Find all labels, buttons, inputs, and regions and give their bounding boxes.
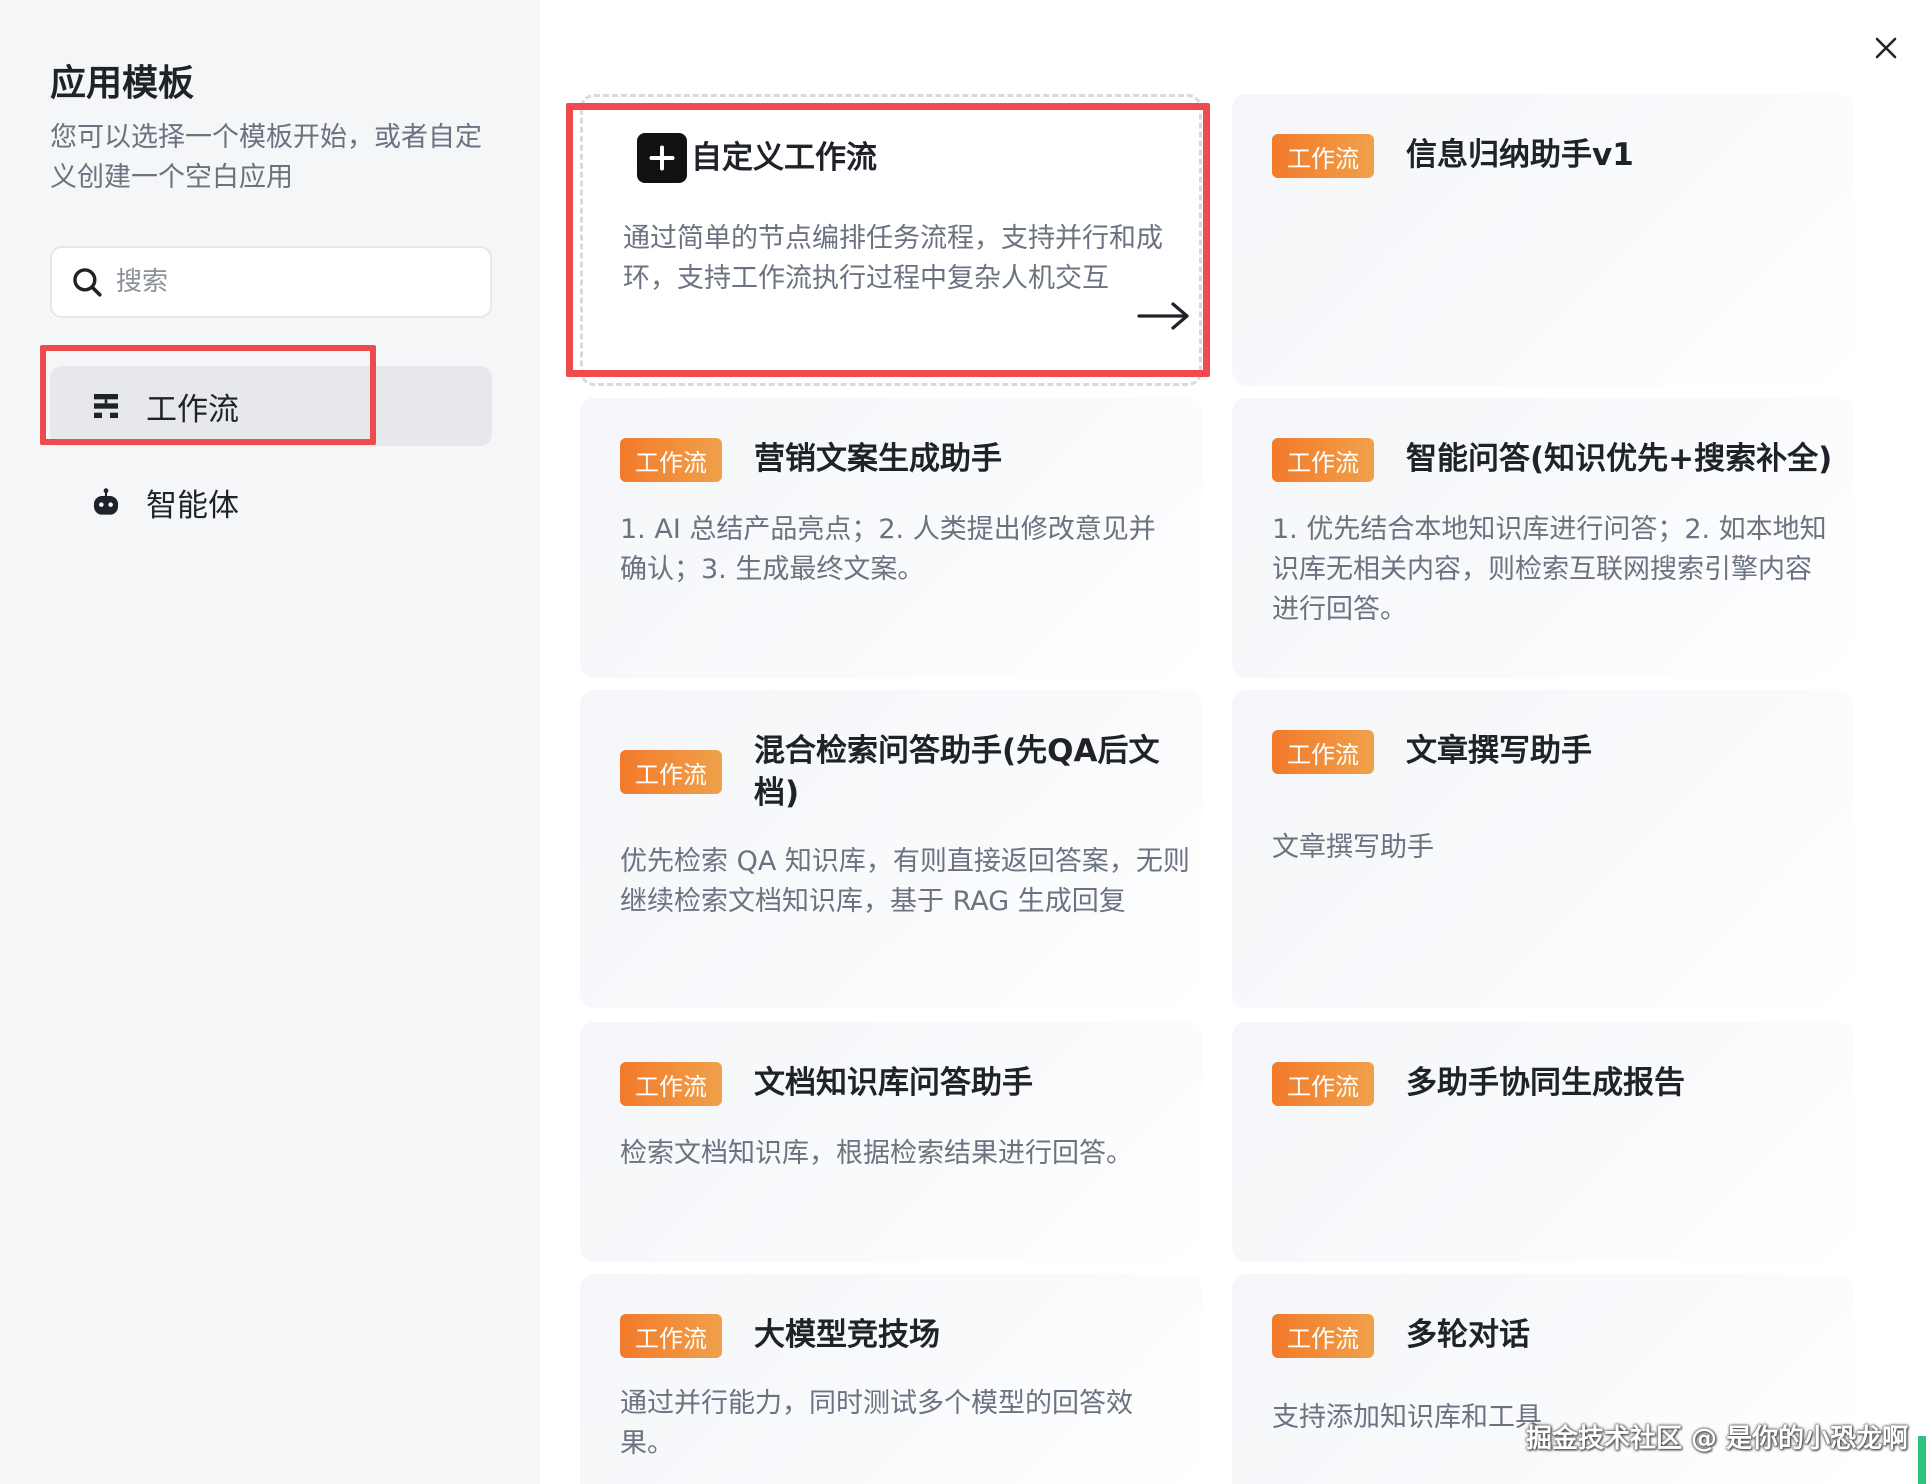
sidebar-title: 应用模板 xyxy=(50,63,195,104)
card-description: 通过并行能力，同时测试多个模型的回答效果。 xyxy=(620,1388,1133,1459)
card-title: 多助手协同生成报告 xyxy=(1406,1065,1685,1101)
app-template-dialog: 应用模板 您可以选择一个模板开始，或者自定义创建一个空白应用 工作流 xyxy=(0,0,1926,1484)
workflow-badge: 工作流 xyxy=(1272,1062,1374,1106)
sidebar-description: 您可以选择一个模板开始，或者自定义创建一个空白应用 xyxy=(50,122,482,193)
workflow-badge: 工作流 xyxy=(1272,1314,1374,1358)
sidebar-item-agent[interactable]: 智能体 xyxy=(50,462,492,542)
template-card[interactable]: 工作流 文档知识库问答助手 检索文档知识库，根据检索结果进行回答。 xyxy=(580,1022,1202,1262)
plus-icon xyxy=(637,133,687,183)
watermark-text: 掘金技术社区 @ 是你的小恐龙啊 xyxy=(1526,1424,1909,1454)
workflow-highlight-frame xyxy=(40,345,376,445)
workflow-badge: 工作流 xyxy=(620,750,722,794)
sidebar-item-label: 智能体 xyxy=(146,487,239,524)
workflow-badge: 工作流 xyxy=(1272,730,1374,774)
workflow-badge: 工作流 xyxy=(620,1062,722,1106)
template-card[interactable]: 工作流 营销文案生成助手 1. AI 总结产品亮点；2. 人类提出修改意见并确认… xyxy=(580,398,1202,678)
card-title: 自定义工作流 xyxy=(691,140,877,176)
card-description: 优先检索 QA 知识库，有则直接返回答案，无则继续检索文档知识库，基于 RAG … xyxy=(620,846,1190,917)
template-card[interactable]: 工作流 文章撰写助手 文章撰写助手 xyxy=(1232,690,1854,1008)
close-icon xyxy=(1875,37,1897,59)
card-description: 通过简单的节点编排任务流程，支持并行和成环，支持工作流执行过程中复杂人机交互 xyxy=(623,223,1163,294)
card-title: 信息归纳助手v1 xyxy=(1406,137,1634,173)
template-card[interactable]: 工作流 信息归纳助手v1 xyxy=(1232,94,1854,386)
card-description: 1. AI 总结产品亮点；2. 人类提出修改意见并确认；3. 生成最终文案。 xyxy=(620,514,1156,585)
card-title: 营销文案生成助手 xyxy=(754,441,1002,477)
template-card[interactable]: 工作流 混合检索问答助手(先QA后文档) 优先检索 QA 知识库，有则直接返回答… xyxy=(580,690,1202,1008)
workflow-badge: 工作流 xyxy=(1272,438,1374,482)
custom-workflow-card[interactable]: 自定义工作流 通过简单的节点编排任务流程，支持并行和成环，支持工作流执行过程中复… xyxy=(580,94,1202,386)
card-title: 文档知识库问答助手 xyxy=(754,1065,1033,1101)
close-button[interactable] xyxy=(1866,28,1906,68)
workflow-badge: 工作流 xyxy=(620,438,722,482)
card-title: 大模型竞技场 xyxy=(754,1317,940,1353)
template-card[interactable]: 工作流 智能问答(知识优先+搜索补全) 1. 优先结合本地知识库进行问答；2. … xyxy=(1232,398,1854,678)
card-title: 文章撰写助手 xyxy=(1406,733,1592,769)
template-card[interactable]: 工作流 大模型竞技场 通过并行能力，同时测试多个模型的回答效果。 xyxy=(580,1274,1202,1484)
search-icon xyxy=(73,268,102,297)
workflow-badge: 工作流 xyxy=(1272,134,1374,178)
search-input[interactable] xyxy=(116,267,456,297)
scroll-indicator xyxy=(1918,1436,1926,1484)
card-description: 检索文档知识库，根据检索结果进行回答。 xyxy=(620,1138,1133,1169)
workflow-badge: 工作流 xyxy=(620,1314,722,1358)
arrow-right-icon[interactable] xyxy=(1137,301,1191,331)
card-description: 1. 优先结合本地知识库进行问答；2. 如本地知识库无相关内容，则检索互联网搜索… xyxy=(1272,514,1827,625)
card-title: 混合检索问答助手(先QA后文档) xyxy=(754,733,1160,811)
template-card[interactable]: 工作流 多助手协同生成报告 xyxy=(1232,1022,1854,1262)
sidebar: 应用模板 您可以选择一个模板开始，或者自定义创建一个空白应用 工作流 xyxy=(0,0,540,1484)
robot-icon xyxy=(94,488,118,515)
search-box[interactable] xyxy=(50,246,492,318)
card-title: 多轮对话 xyxy=(1406,1317,1530,1353)
card-title: 智能问答(知识优先+搜索补全) xyxy=(1406,441,1833,477)
card-description: 文章撰写助手 xyxy=(1272,832,1434,863)
